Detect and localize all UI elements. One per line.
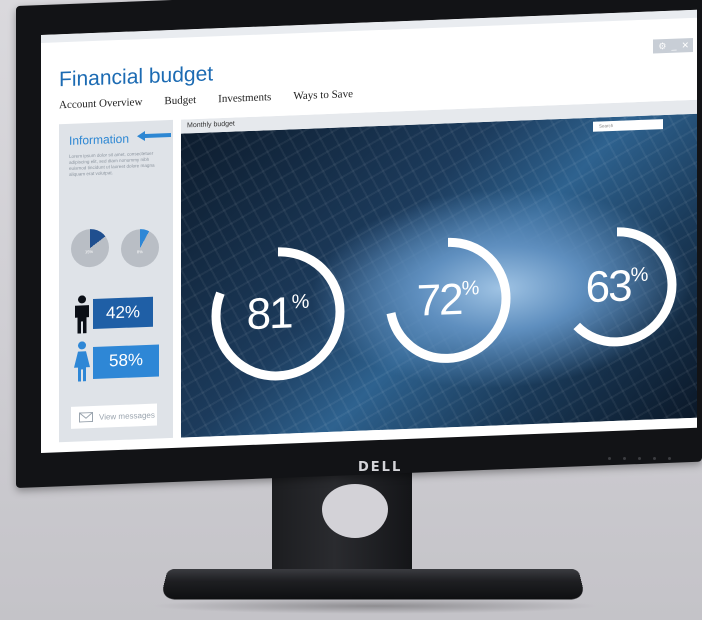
settings-icon[interactable]: ⚙: [658, 41, 666, 52]
bezel-button[interactable]: [653, 457, 656, 460]
male-person-icon: [75, 295, 89, 334]
tab-budget[interactable]: Budget: [164, 94, 196, 107]
ring-value: 72 %: [416, 274, 480, 326]
app-title: Financial budget: [59, 62, 214, 92]
male-percentage: 42%: [93, 296, 153, 330]
ring-number: 72: [416, 274, 462, 326]
female-percentage: 58%: [93, 344, 159, 380]
panel-title: Monthly budget: [187, 120, 235, 130]
power-button[interactable]: [668, 457, 671, 460]
tab-account-overview[interactable]: Account Overview: [59, 96, 142, 111]
monthly-budget-panel: Monthly budget Search 81 % 72 % 63 %: [181, 99, 697, 438]
bezel-button[interactable]: [608, 457, 611, 460]
minimize-icon[interactable]: _: [671, 41, 676, 52]
percentage-ring: 63 %: [553, 212, 681, 361]
information-heading: Information: [69, 131, 130, 148]
ring-percent-sign: %: [630, 263, 649, 287]
arrow-left-icon: [137, 131, 171, 142]
view-messages-button[interactable]: View messages: [71, 403, 157, 429]
close-icon[interactable]: ✕: [681, 40, 689, 51]
ring-percent-sign: %: [291, 290, 310, 314]
envelope-icon: [79, 412, 93, 423]
tab-ways-to-save[interactable]: Ways to Save: [293, 88, 353, 102]
pie-label: 15%: [85, 249, 94, 255]
pie-chart: 15%: [71, 228, 109, 268]
ring-number: 81: [246, 288, 292, 340]
monitor-stand-base: [160, 569, 586, 600]
nav-tabs: Account Overview Budget Investments Ways…: [59, 88, 353, 111]
bezel-buttons: [608, 457, 671, 460]
bezel-button[interactable]: [623, 457, 626, 460]
pie-label: 8%: [137, 249, 143, 255]
information-sidebar: Information Lorem ipsum dolor sit amet, …: [59, 119, 173, 443]
ring-percent-sign: %: [461, 277, 480, 300]
stand-shadow: [150, 598, 600, 614]
pie-chart: 8%: [121, 228, 159, 268]
window-controls: ⚙ _ ✕: [658, 40, 689, 52]
ring-value: 81 %: [246, 288, 310, 340]
view-messages-label: View messages: [99, 410, 155, 422]
female-person-icon: [74, 341, 90, 382]
ring-value: 63 %: [585, 261, 649, 313]
percentage-ring: 72 %: [381, 222, 515, 379]
monitor-scene: DELL ⚙ _ ✕ Financial budget Account Over…: [0, 0, 702, 620]
information-text: Lorem ipsum dolor sit amet, consectetuer…: [69, 150, 155, 177]
tab-investments[interactable]: Investments: [218, 91, 271, 105]
percentage-ring: 81 %: [205, 231, 351, 397]
brand-logo: DELL: [358, 460, 403, 475]
monitor-screen: ⚙ _ ✕ Financial budget Account Overview …: [41, 9, 697, 454]
bezel-button[interactable]: [638, 457, 641, 460]
ring-number: 63: [585, 261, 631, 313]
